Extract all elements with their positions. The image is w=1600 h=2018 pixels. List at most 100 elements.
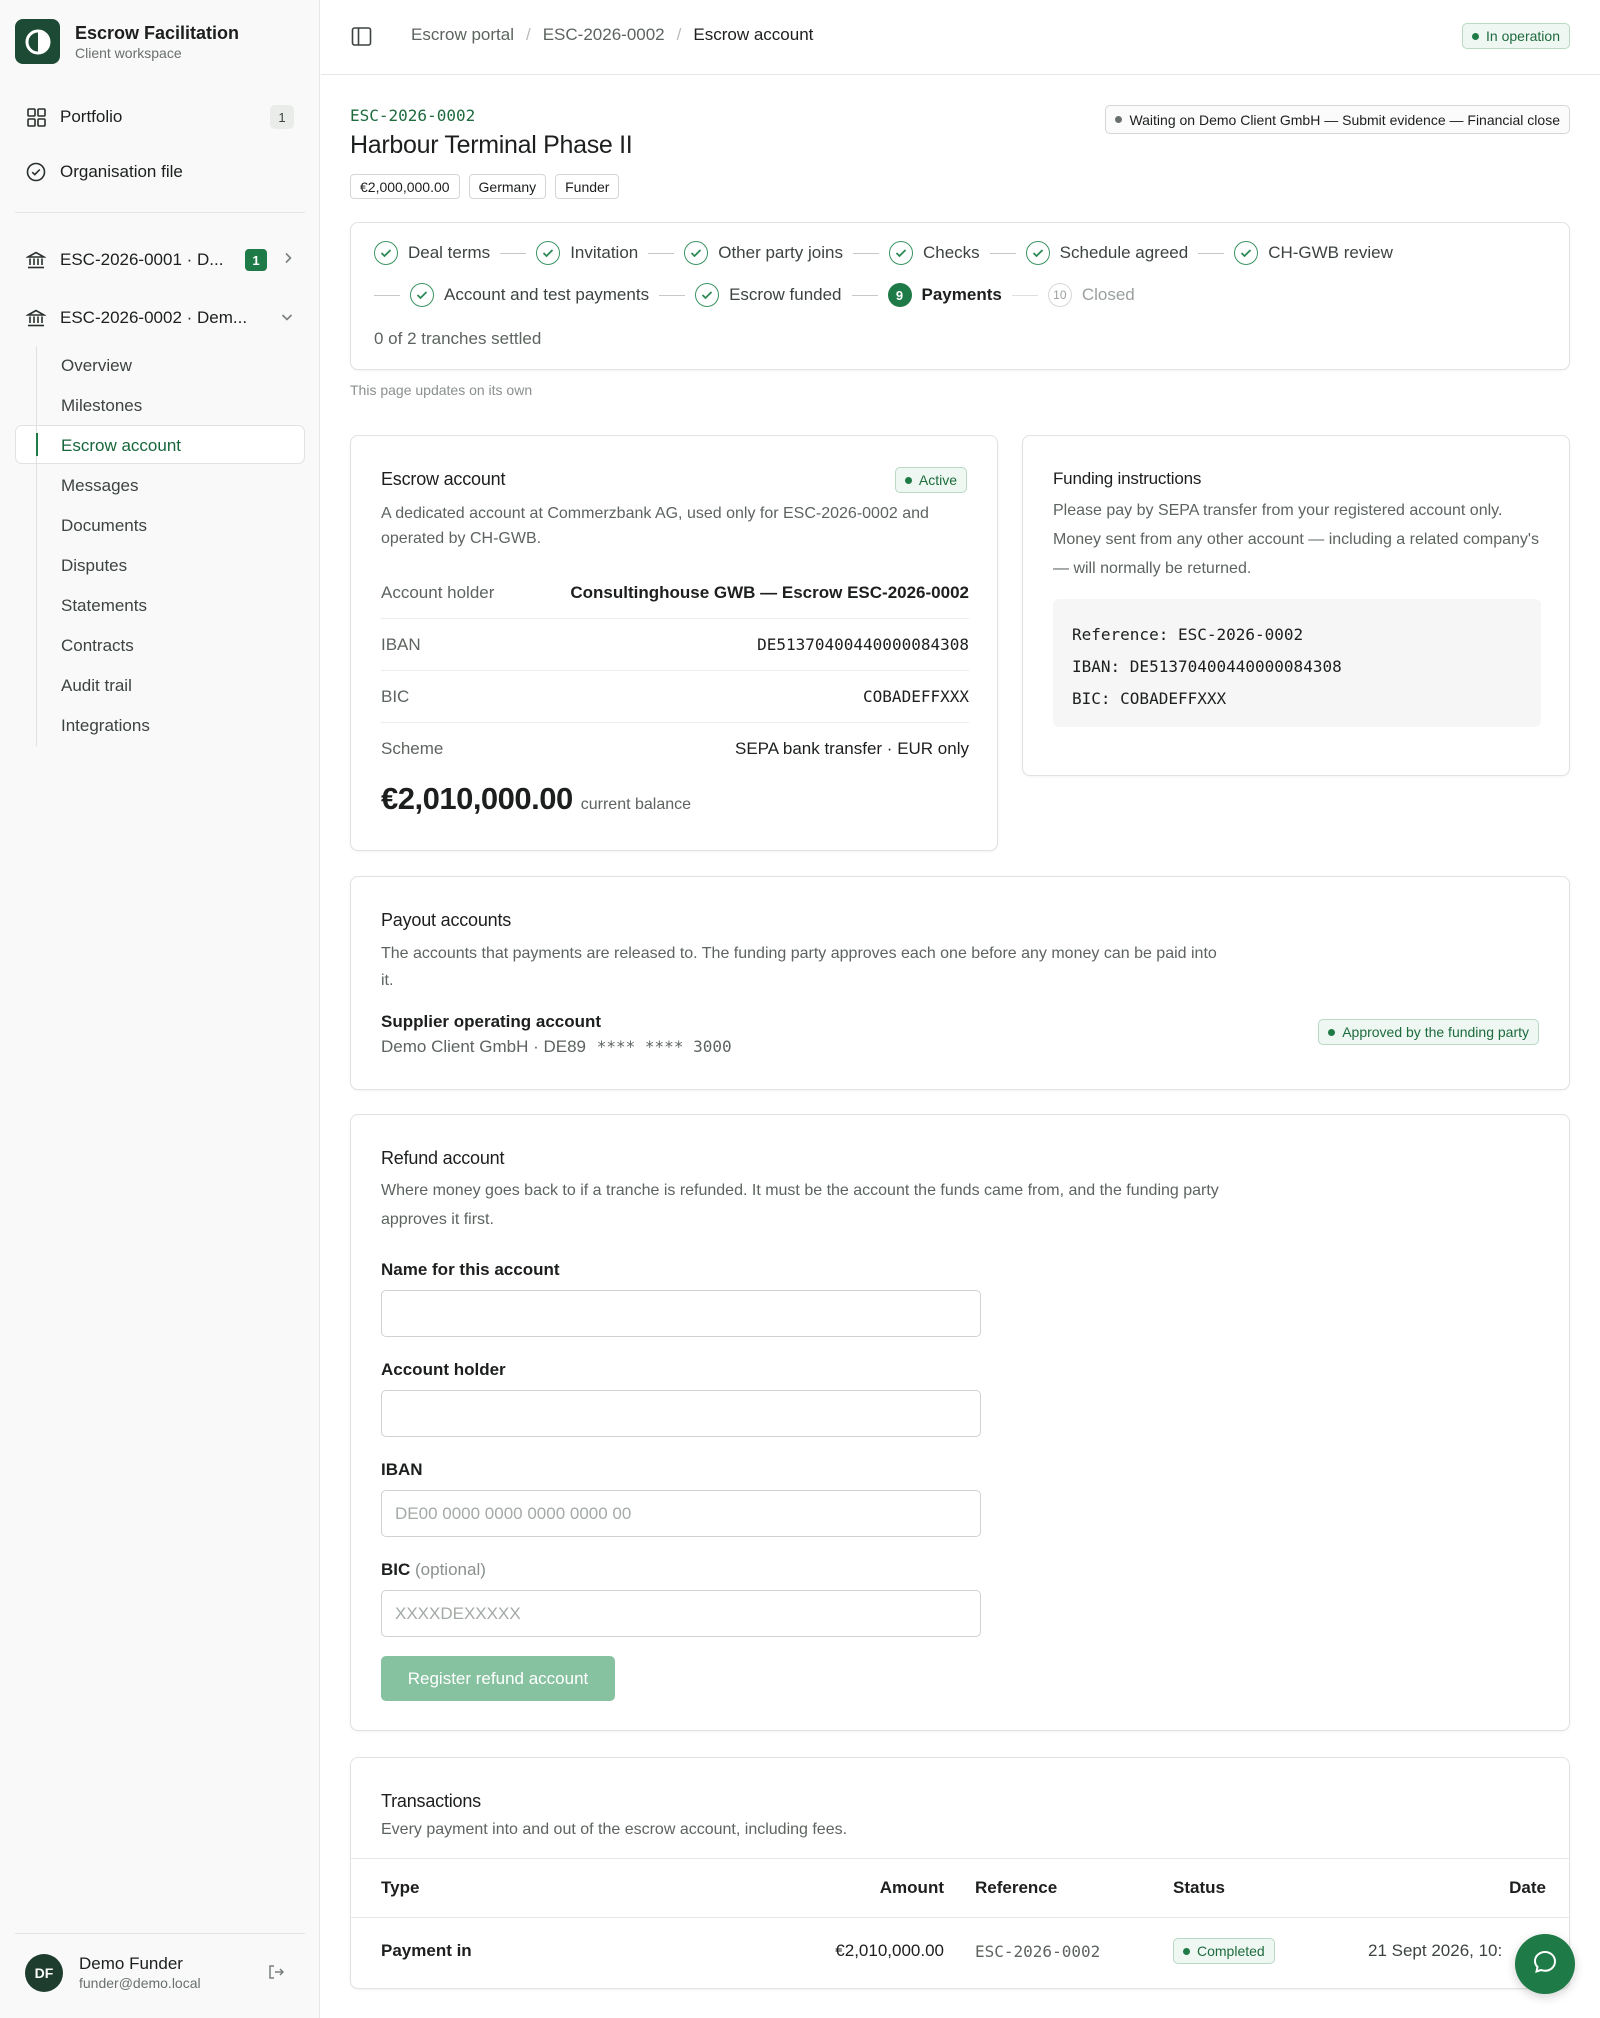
step-connector — [851, 294, 878, 296]
tx-reference: ESC-2026-0002 — [975, 1941, 1101, 1961]
sidebar-item-escrow-0002[interactable]: ESC-2026-0002 · Dem... — [15, 298, 305, 338]
step-connector — [659, 294, 686, 296]
sidebar: Escrow Facilitation Client workspace Por… — [0, 0, 320, 2018]
step-label: Schedule agreed — [1059, 243, 1189, 262]
column-header-status[interactable]: Status — [1173, 1859, 1225, 1917]
sidebar-item-escrow-0001[interactable]: ESC-2026-0001 · D... 1 — [15, 240, 305, 280]
tx-type: Payment in — [381, 1941, 472, 1960]
register-refund-account-button[interactable]: Register refund account — [381, 1656, 615, 1701]
subnav-item-messages[interactable]: Messages — [37, 466, 306, 506]
step-number: 10 — [1047, 283, 1072, 307]
iban-input[interactable] — [381, 1490, 981, 1537]
subnav-item-milestones[interactable]: Milestones — [37, 386, 306, 426]
breadcrumb-separator: / — [525, 25, 531, 44]
subnav-item-documents[interactable]: Documents — [37, 506, 306, 546]
row-key: Scheme — [381, 739, 444, 758]
breadcrumb-escrow-id[interactable]: ESC-2026-0002 — [543, 25, 665, 45]
stepper-row-1: Deal terms Invitation Other party joins … — [374, 241, 1393, 265]
step-label: Closed — [1081, 285, 1135, 304]
scheme-row: Scheme SEPA bank transfer · EUR only — [381, 723, 969, 775]
row-key: IBAN — [381, 634, 421, 654]
sidebar-item-portfolio[interactable]: Portfolio 1 — [15, 97, 305, 137]
table-header: Type Amount Reference Status Date — [351, 1858, 1569, 1918]
brand[interactable]: Escrow Facilitation Client workspace — [15, 19, 239, 64]
active-indicator — [36, 433, 38, 456]
brand-title: Escrow Facilitation — [75, 22, 240, 43]
bic-label-text: BIC — [381, 1560, 411, 1579]
subnav-item-disputes[interactable]: Disputes — [37, 546, 306, 586]
column-header-type[interactable]: Type — [381, 1859, 419, 1917]
iban-row: IBAN DE51370400440000084308 — [381, 619, 969, 671]
subnav-item-overview[interactable]: Overview — [37, 346, 306, 386]
bic-input[interactable] — [381, 1590, 981, 1637]
chat-button[interactable] — [1515, 1934, 1575, 1994]
check-icon — [695, 283, 720, 307]
sidebar-toggle-icon[interactable] — [351, 26, 372, 52]
current-balance: €2,010,000.00 current balance — [381, 781, 691, 817]
payout-account-name: Supplier operating account — [381, 1012, 602, 1031]
column-header-amount[interactable]: Amount — [691, 1859, 944, 1917]
bic-label: BIC (optional) — [381, 1560, 486, 1580]
step-other-party-joins: Other party joins — [684, 241, 843, 265]
chat-icon — [1532, 1949, 1558, 1980]
subnav-item-contracts[interactable]: Contracts — [37, 626, 306, 666]
card-description: A dedicated account at Commerzbank AG, u… — [381, 505, 929, 547]
row-value: Consultinghouse GWB — Escrow ESC-2026-00… — [570, 582, 969, 602]
step-deal-terms: Deal terms — [374, 241, 490, 265]
tx-amount: €2,010,000.00 — [835, 1941, 944, 1960]
check-icon — [684, 241, 709, 265]
escrow-subnav: Overview Milestones Escrow account Messa… — [36, 346, 306, 746]
subnav-item-audit-trail[interactable]: Audit trail — [37, 666, 306, 706]
step-connector — [1198, 252, 1225, 254]
subnav-item-integrations[interactable]: Integrations — [37, 706, 306, 746]
user-email: funder@demo.local — [79, 1975, 201, 1991]
step-number: 9 — [887, 283, 912, 307]
status-dot-icon — [1328, 1028, 1336, 1036]
user-profile[interactable]: DF Demo Funder funder@demo.local — [25, 1954, 201, 1992]
step-checks: Checks — [888, 241, 980, 265]
user-name: Demo Funder — [79, 1954, 183, 1973]
step-invitation: Invitation — [536, 241, 638, 265]
sidebar-item-label: ESC-2026-0001 · D... — [60, 250, 224, 269]
status-dot-icon — [1183, 1947, 1190, 1955]
account-name-label: Name for this account — [381, 1260, 560, 1279]
status-badge-label: In operation — [1486, 28, 1560, 44]
breadcrumb-escrow-portal[interactable]: Escrow portal — [411, 25, 514, 45]
escrow-0001-badge: 1 — [245, 249, 267, 271]
row-key: Account holder — [381, 582, 495, 602]
card-description: Please pay by SEPA transfer from your re… — [1053, 502, 1539, 577]
table-row[interactable]: Payment in €2,010,000.00 ESC-2026-0002 C… — [351, 1918, 1569, 1984]
sidebar-item-organisation-file[interactable]: Organisation file — [15, 152, 305, 192]
topbar: Escrow portal / ESC-2026-0002 / Escrow a… — [321, 0, 1600, 75]
funding-instructions-card: Funding instructions Please pay by SEPA … — [1022, 435, 1570, 776]
check-circle-icon — [25, 161, 47, 183]
row-value[interactable]: DE51370400440000084308 — [757, 635, 969, 654]
step-label: Account and test payments — [444, 285, 650, 304]
tx-date: 21 Sept 2026, 10: — [1368, 1941, 1503, 1960]
check-icon — [374, 241, 398, 265]
breadcrumb: Escrow portal / ESC-2026-0002 / Escrow a… — [411, 25, 813, 45]
balance-amount: €2,010,000.00 — [381, 781, 573, 816]
payment-details-block[interactable]: Reference: ESC-2026-0002 IBAN: DE5137040… — [1053, 599, 1541, 727]
subnav-item-statements[interactable]: Statements — [37, 586, 306, 626]
escrow-id: ESC-2026-0002 — [350, 106, 476, 125]
escrow-tags: €2,000,000.00 Germany Funder — [350, 174, 620, 199]
column-header-date[interactable]: Date — [1351, 1859, 1546, 1917]
subnav-item-escrow-account[interactable]: Escrow account — [37, 426, 306, 466]
column-header-reference[interactable]: Reference — [975, 1859, 1057, 1917]
account-holder-input[interactable] — [381, 1390, 981, 1437]
progress-stepper: Deal terms Invitation Other party joins … — [350, 222, 1570, 370]
card-description: Where money goes back to if a tranche is… — [381, 1182, 1219, 1228]
logout-icon[interactable] — [267, 1963, 285, 1986]
step-escrow-funded: Escrow funded — [695, 283, 842, 307]
account-name-input[interactable] — [381, 1290, 981, 1337]
auto-update-note: This page updates on its own — [350, 382, 533, 398]
bank-icon — [25, 249, 47, 271]
step-connector — [1011, 294, 1038, 296]
step-label: Escrow funded — [729, 285, 842, 304]
card-description: The accounts that payments are released … — [381, 945, 1217, 989]
account-status-badge: Active — [894, 467, 967, 493]
row-value[interactable]: COBADEFFXXX — [863, 687, 969, 706]
payout-account-details: Demo Client GmbH · DE89 **** **** 3000 — [381, 1037, 732, 1057]
bic-row: BIC COBADEFFXXX — [381, 671, 969, 723]
